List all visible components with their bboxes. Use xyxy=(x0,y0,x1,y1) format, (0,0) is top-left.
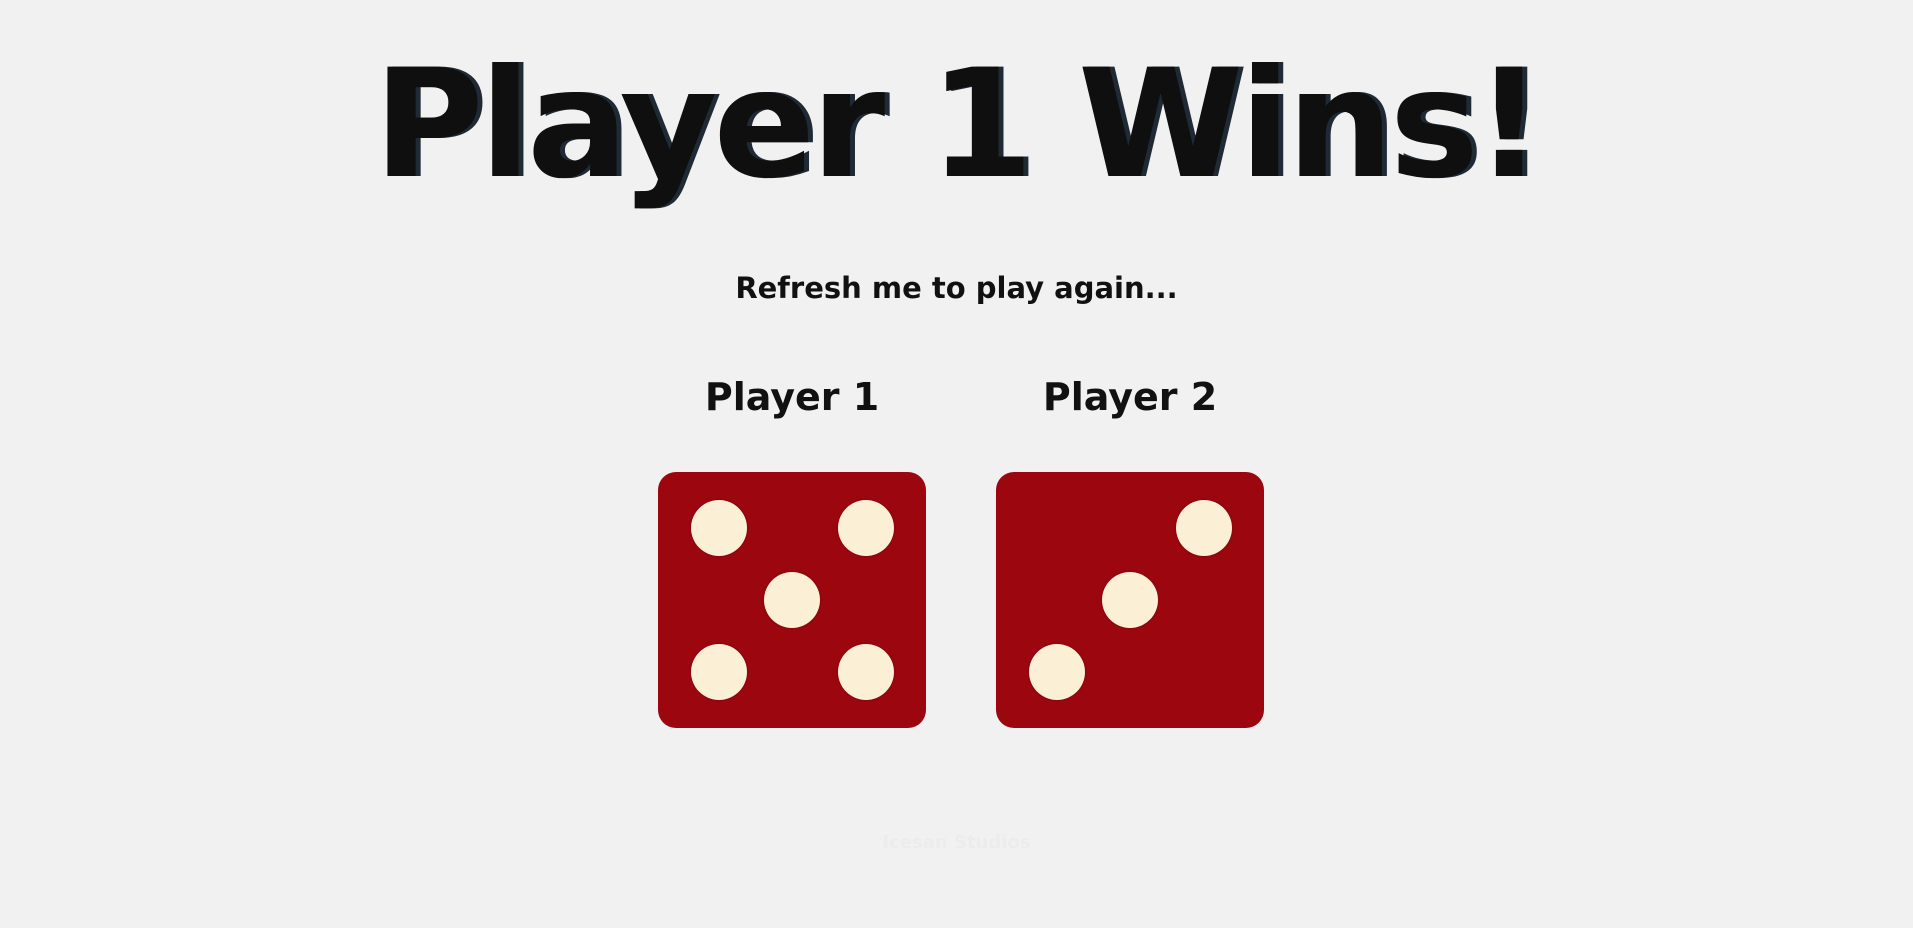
die-pip xyxy=(691,500,747,556)
result-title: Player 1 Wins! xyxy=(373,38,1544,212)
player-1-panel: Player 1 xyxy=(658,372,926,728)
die-pip xyxy=(764,572,820,628)
die-pip xyxy=(691,644,747,700)
die-pip xyxy=(838,500,894,556)
player-2-label: Player 2 xyxy=(1042,375,1218,419)
die-pip xyxy=(838,644,894,700)
player-1-die xyxy=(658,472,926,728)
player-2-die xyxy=(996,472,1264,728)
player-2-panel: Player 2 xyxy=(996,372,1264,728)
footer-credit: Icesan Studios xyxy=(882,832,1031,853)
player-1-label: Player 1 xyxy=(704,375,880,419)
refresh-instruction: Refresh me to play again... xyxy=(735,271,1178,305)
die-pip xyxy=(1102,572,1158,628)
die-pip xyxy=(1029,644,1085,700)
die-pip xyxy=(1176,500,1232,556)
